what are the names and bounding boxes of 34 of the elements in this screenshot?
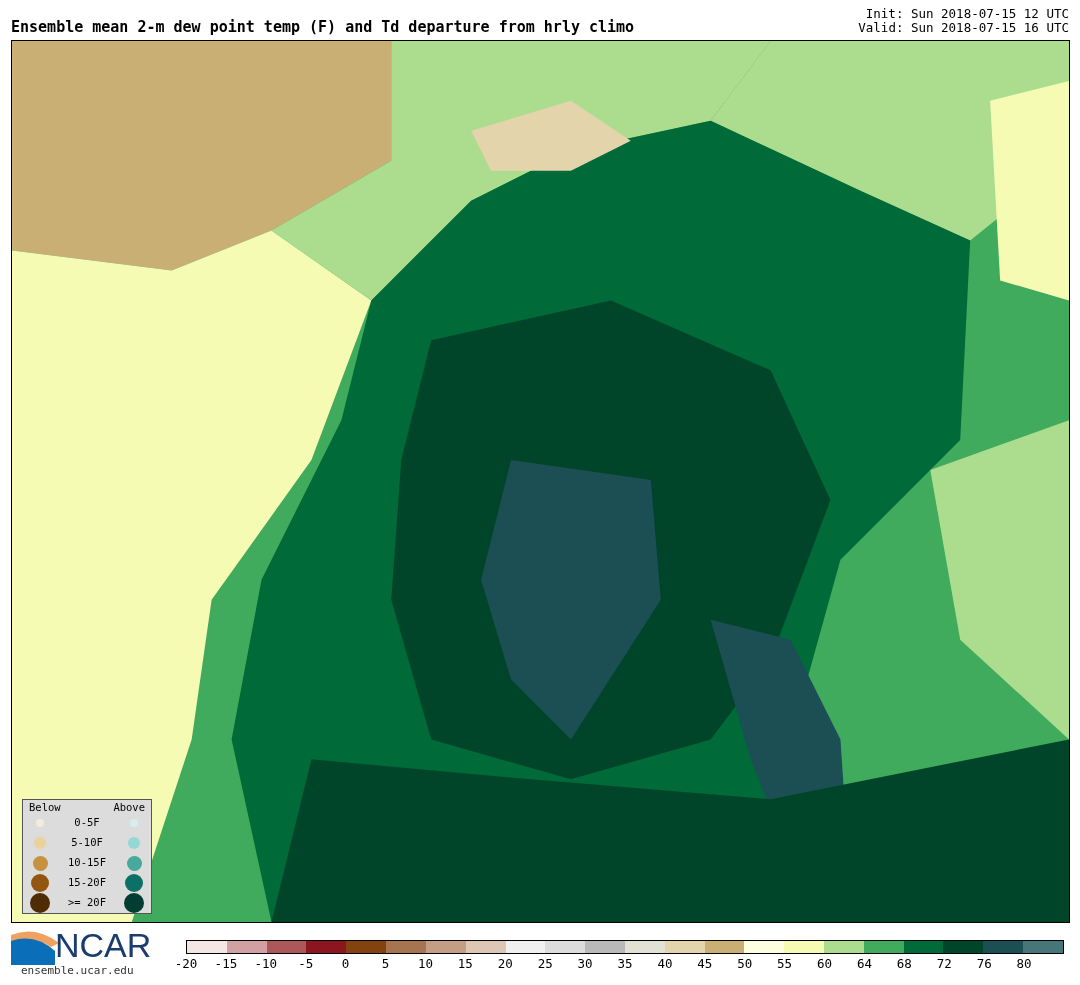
- scale-label: 10: [417, 955, 433, 973]
- scale-label: 40: [657, 955, 673, 973]
- scale-label: 15: [457, 955, 473, 973]
- scale-label: -5: [298, 955, 314, 973]
- scale-label: 55: [777, 955, 793, 973]
- valid-time: Valid: Sun 2018-07-15 16 UTC: [858, 21, 1069, 35]
- scale-label: 64: [856, 955, 872, 973]
- scale-label: -15: [214, 955, 238, 973]
- scale-label: 50: [737, 955, 753, 973]
- scale-label: 0: [341, 955, 350, 973]
- scale-label: 60: [817, 955, 833, 973]
- scale-label: 68: [896, 955, 912, 973]
- legend-label: 10-15F: [68, 855, 106, 871]
- legend-label: >= 20F: [68, 895, 106, 911]
- legend-heading: Above: [113, 801, 145, 813]
- scale-label: 80: [1016, 955, 1032, 973]
- scale-label: 76: [976, 955, 992, 973]
- logo-text: NCAR: [55, 928, 152, 962]
- scale-label: 20: [497, 955, 513, 973]
- legend-label: 0-5F: [74, 815, 100, 831]
- init-time: Init: Sun 2018-07-15 12 UTC: [865, 7, 1069, 21]
- scale-label: 5: [381, 955, 390, 973]
- scale-label: 25: [537, 955, 553, 973]
- scale-label: 72: [936, 955, 952, 973]
- scale-label: 30: [577, 955, 593, 973]
- scale-label: -20: [174, 955, 198, 973]
- legend-label: 15-20F: [68, 875, 106, 891]
- logo-url: ensemble.ucar.edu: [21, 965, 135, 977]
- legend-heading: Below: [29, 801, 61, 813]
- scale-label: 35: [617, 955, 633, 973]
- scale-label: -10: [254, 955, 278, 973]
- legend-label: 5-10F: [71, 835, 103, 851]
- scale-label: 45: [697, 955, 713, 973]
- chart-title: Ensemble mean 2-m dew point temp (F) and Td departure from hrly climo: [11, 20, 635, 35]
